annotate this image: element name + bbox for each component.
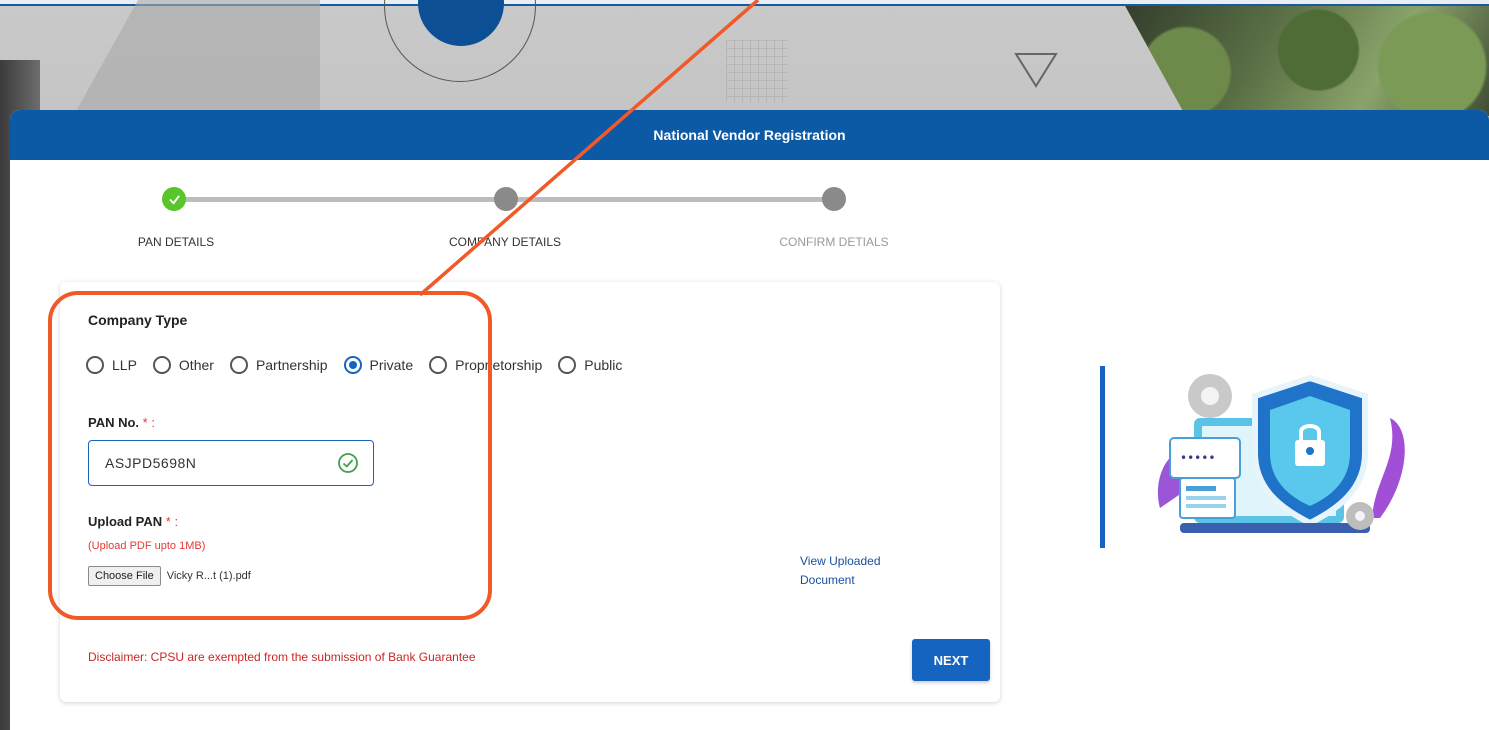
radio-option-private[interactable]: Private xyxy=(343,356,414,374)
background-triangle-icon xyxy=(1014,53,1058,88)
pan-number-label: PAN No. * : xyxy=(88,415,155,430)
pan-number-input[interactable]: ASJPD5698N xyxy=(88,440,374,486)
step-dot-company-details xyxy=(494,187,518,211)
registration-modal: National Vendor Registration PAN DETAILS… xyxy=(10,110,1489,730)
next-button[interactable]: NEXT xyxy=(912,639,990,681)
selected-file-name: Vicky R...t (1).pdf xyxy=(166,570,251,582)
choose-file-button[interactable]: Choose File xyxy=(88,566,161,586)
required-mark: * : xyxy=(165,514,179,529)
modal-header: National Vendor Registration xyxy=(10,110,1489,160)
security-shield-illustration: ••••• xyxy=(1158,374,1405,533)
radio-button[interactable] xyxy=(558,356,577,374)
radio-option-partnership[interactable]: Partnership xyxy=(229,356,328,374)
disclaimer-text: Disclaimer: CPSU are exempted from the s… xyxy=(88,650,476,664)
step-dot-confirm-details xyxy=(822,187,846,211)
step-label-pan-details: PAN DETAILS xyxy=(137,235,215,249)
step-dot-pan-details xyxy=(162,187,186,211)
radio-option-public[interactable]: Public xyxy=(558,356,622,374)
background-grid-pattern xyxy=(726,40,788,102)
radio-label: Proprietorship xyxy=(455,357,543,373)
view-uploaded-document-link[interactable]: View Uploaded Document xyxy=(800,552,920,590)
radio-option-other[interactable]: Other xyxy=(152,356,214,374)
radio-option-llp[interactable]: LLP xyxy=(86,356,137,374)
pan-details-form: Company Type LLP Other Partnership Priva… xyxy=(60,282,1000,702)
modal-title: National Vendor Registration xyxy=(653,127,846,143)
step-label-confirm-details: CONFIRM DETIALS xyxy=(779,235,889,249)
step-label-company-details: COMPANY DETAILS xyxy=(448,235,562,249)
radio-option-proprietorship[interactable]: Proprietorship xyxy=(429,356,542,374)
upload-pan-label: Upload PAN * : xyxy=(88,514,178,529)
progress-stepper: PAN DETAILS COMPANY DETAILS CONFIRM DETI… xyxy=(10,160,1489,270)
radio-label: Other xyxy=(178,357,214,373)
upload-size-hint: (Upload PDF upto 1MB) xyxy=(88,540,206,552)
company-type-label: Company Type xyxy=(88,312,188,328)
radio-button-selected[interactable] xyxy=(343,356,362,374)
divider-bar xyxy=(1100,366,1105,548)
radio-button[interactable] xyxy=(229,356,248,374)
radio-button[interactable] xyxy=(429,356,448,374)
radio-label: Private xyxy=(369,357,414,373)
svg-text:•••••: ••••• xyxy=(1180,451,1215,465)
check-circle-icon xyxy=(338,453,358,473)
required-mark: * : xyxy=(142,415,155,430)
radio-label: LLP xyxy=(112,357,137,373)
radio-button[interactable] xyxy=(152,356,171,374)
radio-label: Partnership xyxy=(255,357,328,373)
file-upload-control: Choose File Vicky R...t (1).pdf xyxy=(88,566,251,586)
check-icon xyxy=(168,194,180,205)
radio-button[interactable] xyxy=(86,356,104,374)
upload-pan-label-text: Upload PAN xyxy=(88,514,163,529)
pan-number-label-text: PAN No. xyxy=(88,415,140,430)
radio-label: Public xyxy=(584,357,623,373)
pan-number-value: ASJPD5698N xyxy=(105,455,197,471)
company-type-radio-group: LLP Other Partnership Private Proprietor… xyxy=(86,356,638,374)
